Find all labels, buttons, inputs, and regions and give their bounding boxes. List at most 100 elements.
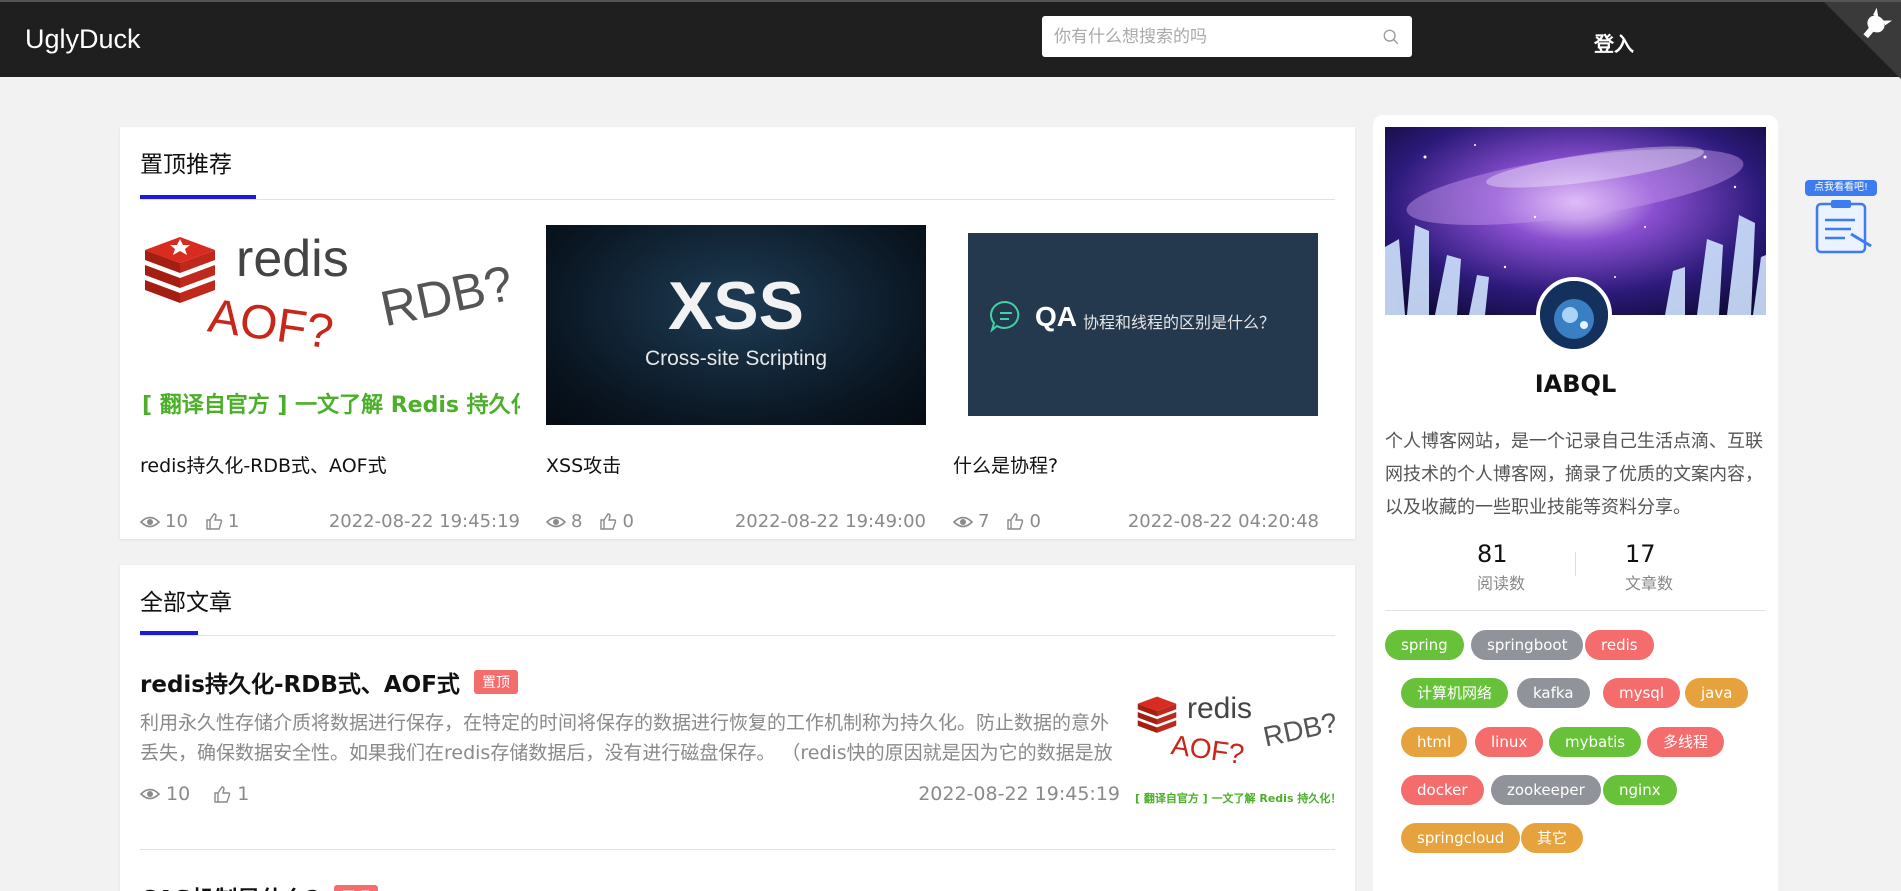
thumbs-up-icon[interactable]: [1007, 513, 1024, 530]
pinned-badge: 置顶: [473, 670, 518, 694]
cover-q2: RDB?: [375, 254, 518, 338]
avatar-image: [1540, 281, 1608, 349]
avatar[interactable]: [1536, 277, 1612, 353]
divider: [140, 849, 1335, 850]
widget-label[interactable]: 点我看看吧!: [1805, 180, 1877, 196]
tag-linux[interactable]: linux: [1475, 727, 1544, 757]
view-count-value: 10: [165, 511, 188, 532]
site-logo[interactable]: UglyDuck: [25, 24, 141, 55]
article-cover[interactable]: redis AOF? RDB? [ 翻译自官方 ] 一文了解 Redis 持久化…: [140, 225, 520, 425]
article-cover[interactable]: QA 协程和线程的区别是什么？: [953, 225, 1333, 425]
posts-stat: 17 文章数: [1625, 540, 1673, 594]
like-count[interactable]: 0: [600, 511, 634, 532]
reads-stat: 81 阅读数: [1477, 540, 1525, 594]
pinned-badge: 置顶: [333, 885, 378, 891]
eye-icon: [546, 516, 566, 527]
tag-docker[interactable]: docker: [1401, 775, 1484, 805]
login-link[interactable]: 登入: [1594, 28, 1634, 57]
article-item-title[interactable]: redis持久化-RDB式、AOF式 置顶: [140, 665, 518, 699]
thumb-q1: AOF?: [1169, 729, 1247, 770]
tag-springcloud[interactable]: springcloud: [1401, 823, 1521, 853]
floating-widget[interactable]: 点我看看吧!: [1805, 180, 1877, 255]
profile-card: IABQL 个人博客网站，是一个记录自己生活点滴、互联网技术的个人博客网，摘录了…: [1373, 115, 1778, 891]
redis-logo-icon: [1137, 696, 1177, 733]
article-title[interactable]: 什么是协程?: [953, 451, 1058, 478]
pinned-article-card[interactable]: redis AOF? RDB? [ 翻译自官方 ] 一文了解 Redis 持久化…: [140, 225, 520, 532]
cover-sub-text: Cross-site Scripting: [644, 347, 828, 370]
like-count[interactable]: 1: [214, 783, 249, 805]
article-meta: 10 1 2022-08-22 19:45:19: [140, 783, 1120, 805]
stat-divider: [1575, 552, 1576, 576]
article-title-text[interactable]: redis持久化-RDB式、AOF式: [140, 665, 460, 699]
tag-zookeeper[interactable]: zookeeper: [1491, 775, 1601, 805]
thumb-caption: [ 翻译自官方 ] 一文了解 Redis 持久化！: [1135, 792, 1335, 805]
thumbs-up-icon[interactable]: [600, 513, 617, 530]
like-count[interactable]: 1: [206, 511, 239, 532]
divider: [1385, 610, 1766, 611]
view-count-value: 10: [166, 783, 191, 805]
article-date: 2022-08-22 19:45:19: [918, 783, 1120, 805]
article-title[interactable]: redis持久化-RDB式、AOF式: [140, 451, 387, 478]
article-meta: 10 1 2022-08-22 19:45:19: [140, 511, 520, 532]
like-count-value: 1: [237, 783, 250, 805]
divider: [140, 199, 1335, 200]
top-navbar: UglyDuck 登入: [0, 0, 1901, 79]
chat-bubble-icon: [990, 300, 1020, 333]
search-input[interactable]: [1054, 26, 1382, 47]
posts-count: 17: [1625, 540, 1656, 568]
tag-computer-network[interactable]: 计算机网络: [1401, 678, 1509, 708]
article-meta: 8 0 2022-08-22 19:49:00: [546, 511, 926, 532]
pinned-article-card[interactable]: QA 协程和线程的区别是什么？ 什么是协程? 7 0 2022-08-22 04…: [953, 225, 1333, 532]
tag-nginx[interactable]: nginx: [1603, 775, 1677, 805]
profile-name: IABQL: [1534, 370, 1617, 398]
eye-icon: [140, 516, 160, 527]
tag-mybatis[interactable]: mybatis: [1549, 727, 1642, 757]
divider: [140, 635, 1335, 636]
reads-count: 81: [1477, 540, 1508, 568]
thumbs-up-icon[interactable]: [214, 785, 231, 803]
pinned-article-card[interactable]: XSS Cross-site Scripting XSS攻击 8 0 2022-…: [546, 225, 926, 532]
view-count: 10: [140, 511, 188, 532]
article-item-title[interactable]: CAS机制是什么? 置顶: [140, 880, 378, 891]
tag-other[interactable]: 其它: [1521, 823, 1584, 853]
profile-bio: 个人博客网站，是一个记录自己生活点滴、互联网技术的个人博客网，摘录了优质的文案内…: [1385, 431, 1763, 518]
tag-java[interactable]: java: [1685, 678, 1749, 708]
thumbs-up-icon[interactable]: [206, 513, 223, 530]
reads-label: 阅读数: [1477, 574, 1526, 593]
cover-question: 协程和线程的区别是什么？: [1083, 313, 1276, 332]
cover-q1: AOF?: [204, 289, 337, 360]
article-meta: 7 0 2022-08-22 04:20:48: [953, 511, 1333, 532]
tag-mysql[interactable]: mysql: [1603, 678, 1680, 708]
article-date: 2022-08-22 19:45:19: [328, 511, 520, 532]
tag-multithreading[interactable]: 多线程: [1647, 727, 1725, 757]
clipboard-icon[interactable]: [1811, 198, 1875, 256]
search-icon[interactable]: [1382, 28, 1400, 46]
like-count-value: 0: [622, 511, 634, 532]
title-underline: [140, 631, 198, 635]
cover-word: redis: [236, 230, 349, 288]
article-date: 2022-08-22 04:20:48: [1127, 511, 1319, 532]
tag-spring[interactable]: spring: [1385, 630, 1464, 660]
article-summary: 利用永久性存储介质将数据进行保存，在特定的时间将保存的数据进行恢复的工作机制称为…: [140, 712, 1113, 764]
eye-icon: [953, 516, 973, 527]
pinned-section: 置顶推荐 redis AOF? RDB? [ 翻译自官方 ] 一文了解 Redi…: [120, 127, 1355, 539]
tag-springboot[interactable]: springboot: [1471, 630, 1584, 660]
article-title-text[interactable]: CAS机制是什么?: [140, 880, 320, 891]
article-cover[interactable]: XSS Cross-site Scripting: [546, 225, 926, 425]
tag-html[interactable]: html: [1401, 727, 1468, 757]
article-thumbnail[interactable]: redis AOF? RDB? [ 翻译自官方 ] 一文了解 Redis 持久化…: [1135, 690, 1335, 820]
eye-icon: [140, 788, 160, 800]
like-count-value: 1: [227, 511, 240, 532]
like-count[interactable]: 0: [1007, 511, 1041, 532]
search-box[interactable]: [1042, 16, 1412, 57]
view-count: 10: [140, 783, 190, 805]
github-corner-icon[interactable]: [1824, 2, 1901, 79]
tag-kafka[interactable]: kafka: [1517, 678, 1590, 708]
thumb-word: redis: [1187, 692, 1253, 725]
posts-label: 文章数: [1625, 574, 1674, 593]
tag-redis[interactable]: redis: [1585, 630, 1654, 660]
section-title: 置顶推荐: [140, 152, 232, 178]
redis-logo-icon: [145, 237, 215, 303]
article-title[interactable]: XSS攻击: [546, 451, 621, 478]
cover-qa: QA: [1035, 301, 1077, 332]
